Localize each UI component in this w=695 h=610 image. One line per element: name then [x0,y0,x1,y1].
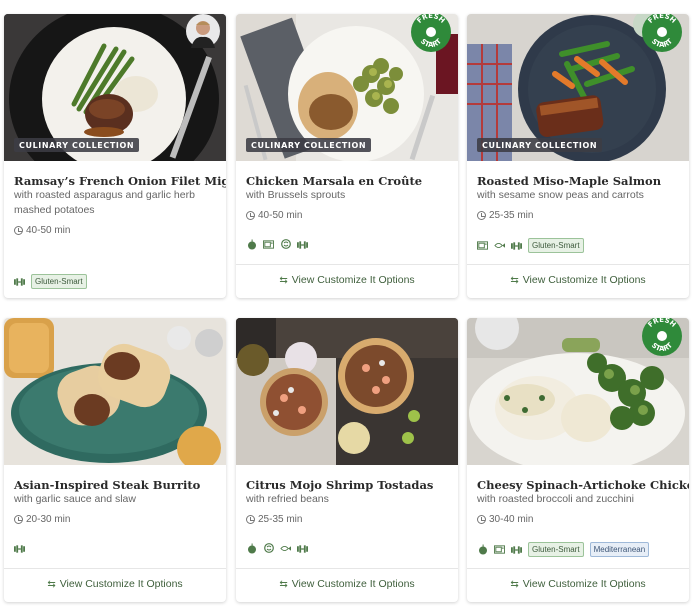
microwave-icon [477,240,488,251]
brain-icon [263,543,274,554]
attribute-icons [246,239,308,250]
fresh-start-badge: FRESH START [642,14,682,52]
gluten-smart-badge: Gluten-Smart [528,238,584,253]
clock-icon [14,226,23,235]
clock-icon [14,515,23,524]
apple-icon [246,543,257,554]
cook-time: 40-50 min [246,210,302,221]
meal-subtitle: with sesame snow peas and carrots [477,189,644,201]
meal-title[interactable]: Chicken Marsala en Croûte [246,174,450,188]
fresh-start-badge: FRESH START [411,14,451,52]
divider [236,264,458,265]
swap-icon: ⇆ [510,578,519,590]
attribute-icons [14,543,25,554]
meal-photo[interactable] [4,318,226,465]
meal-subtitle: with garlic sauce and slaw [14,493,136,505]
attribute-icons [246,543,308,554]
attribute-icons: Gluten-Smart Mediterranean [477,542,650,557]
cook-time: 25-35 min [246,514,302,525]
meal-title[interactable]: Asian-Inspired Steak Burrito [14,478,218,492]
gluten-smart-badge: Gluten-Smart [31,274,87,289]
view-customize-options-label: View Customize It Options [291,274,415,286]
clock-icon [477,211,486,220]
attribute-icons: Gluten-Smart [14,274,87,289]
mediterranean-badge: Mediterranean [589,542,650,557]
clock-icon [477,515,486,524]
view-customize-options-label: View Customize It Options [291,578,415,590]
dumbbell-icon [14,543,25,554]
dumbbell-icon [14,276,25,287]
dumbbell-icon [297,543,308,554]
dumbbell-icon [511,544,522,555]
clock-icon [246,211,255,220]
chef-avatar [186,14,220,48]
view-customize-options-label: View Customize It Options [522,578,646,590]
apple-icon [246,239,257,250]
view-customize-options-link[interactable]: ⇆ View Customize It Options [236,578,458,590]
meal-card-steak-burrito[interactable]: Asian-Inspired Steak Burrito with garlic… [4,318,226,602]
cook-time: 25-35 min [477,210,533,221]
fresh-start-badge: FRESH START [642,318,682,356]
brain-icon [280,239,291,250]
fish-icon [280,543,291,554]
swap-icon: ⇆ [279,274,288,286]
meal-card-filet-mignon[interactable]: CULINARY COLLECTION Ramsay’s French Onio… [4,14,226,298]
meal-card-miso-salmon[interactable]: FRESH START CULINARY COLLECTION Roasted … [467,14,689,298]
cook-time-value: 40-50 min [26,225,71,236]
dumbbell-icon [297,239,308,250]
dumbbell-icon [511,240,522,251]
meal-title[interactable]: Citrus Mojo Shrimp Tostadas [246,478,450,492]
meal-subtitle: with Brussels sprouts [246,189,346,201]
meal-subtitle: with refried beans [246,493,329,505]
divider [4,568,226,569]
apple-icon [477,544,488,555]
meal-title[interactable]: Ramsay’s French Onion Filet Mignon [14,174,226,188]
meal-card-spinach-artichoke-chicken[interactable]: FRESH START Cheesy Spinach-Artichoke Chi… [467,318,689,602]
gluten-smart-badge: Gluten-Smart [528,542,584,557]
meal-title[interactable]: Roasted Miso-Maple Salmon [477,174,681,188]
fish-icon [494,240,505,251]
meal-title[interactable]: Cheesy Spinach-Artichoke Chicken [477,478,689,492]
divider [467,264,689,265]
view-customize-options-link[interactable]: ⇆ View Customize It Options [4,578,226,590]
cook-time: 30-40 min [477,514,533,525]
swap-icon: ⇆ [279,578,288,590]
meal-card-shrimp-tostadas[interactable]: Citrus Mojo Shrimp Tostadas with refried… [236,318,458,602]
view-customize-options-link[interactable]: ⇆ View Customize It Options [236,274,458,286]
meal-subtitle: with roasted asparagus and garlic herb m… [14,189,195,216]
cook-time-value: 30-40 min [489,514,534,525]
meal-photo[interactable] [236,318,458,465]
culinary-collection-tag: CULINARY COLLECTION [246,138,372,152]
meal-photo[interactable]: FRESH START CULINARY COLLECTION [467,14,689,161]
divider [467,568,689,569]
cook-time: 40-50 min [14,225,70,236]
attribute-icons: Gluten-Smart [477,238,584,253]
view-customize-options-link[interactable]: ⇆ View Customize It Options [467,274,689,286]
cook-time-value: 25-35 min [258,514,303,525]
culinary-collection-tag: CULINARY COLLECTION [477,138,603,152]
meal-subtitle: with roasted broccoli and zucchini [477,493,634,505]
cook-time-value: 20-30 min [26,514,71,525]
divider [236,568,458,569]
view-customize-options-label: View Customize It Options [59,578,183,590]
meal-card-chicken-marsala[interactable]: FRESH START CULINARY COLLECTION Chicken … [236,14,458,298]
view-customize-options-link[interactable]: ⇆ View Customize It Options [467,578,689,590]
swap-icon: ⇆ [510,274,519,286]
culinary-collection-tag: CULINARY COLLECTION [14,138,140,152]
microwave-icon [263,239,274,250]
meal-photo[interactable]: FRESH START [467,318,689,465]
meal-photo[interactable]: FRESH START CULINARY COLLECTION [236,14,458,161]
microwave-icon [494,544,505,555]
cook-time-value: 25-35 min [489,210,534,221]
view-customize-options-label: View Customize It Options [522,274,646,286]
cook-time: 20-30 min [14,514,70,525]
cook-time-value: 40-50 min [258,210,303,221]
clock-icon [246,515,255,524]
meal-photo[interactable]: CULINARY COLLECTION [4,14,226,161]
swap-icon: ⇆ [47,578,56,590]
